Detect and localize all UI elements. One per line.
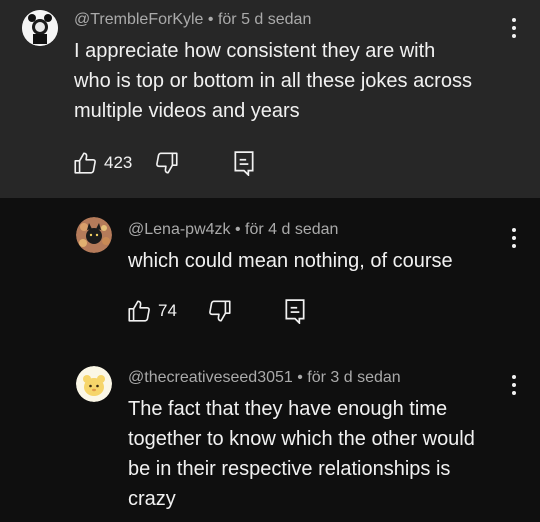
dislike-button[interactable]	[207, 298, 233, 324]
thumb-down-icon	[156, 152, 178, 174]
more-vert-icon[interactable]	[504, 226, 524, 250]
comment-item: @TrembleForKyle • för 5 d sedan I apprec…	[0, 0, 540, 198]
comment-text-line: multiple videos and years	[74, 100, 300, 122]
comment-author[interactable]: @Lena-pw4zk	[128, 221, 231, 238]
avatar[interactable]	[76, 366, 112, 402]
like-count: 423	[104, 153, 133, 172]
thumb-up-icon	[74, 152, 96, 174]
comment-timestamp[interactable]: • för 4 d sedan	[231, 221, 338, 238]
comment-text-line: who is top or bottom in all these jokes …	[74, 70, 472, 92]
comment-meta: @Lena-pw4zk • för 4 d sedan	[128, 221, 338, 239]
avatar[interactable]	[22, 10, 58, 46]
like-count: 74	[158, 301, 177, 320]
comment-item: @thecreativeseed3051 • för 3 d sedan The…	[0, 346, 540, 522]
reply-icon	[234, 151, 254, 176]
comment-actions: 74	[126, 298, 307, 324]
comment-item: @Lena-pw4zk • för 4 d sedan which could …	[0, 198, 540, 346]
comment-meta: @thecreativeseed3051 • för 3 d sedan	[128, 369, 401, 387]
comment-text-line: The fact that they have enough time	[128, 398, 448, 420]
comment-text: I appreciate how consistent they are wit…	[74, 36, 524, 126]
comment-text-line: which could mean nothing, of course	[128, 250, 453, 272]
comment-meta: @TrembleForKyle • för 5 d sedan	[74, 11, 311, 29]
like-button[interactable]: 74	[126, 298, 177, 324]
thumb-up-icon	[128, 300, 150, 322]
comment-text-line: crazy	[128, 488, 176, 510]
dislike-button[interactable]	[154, 150, 180, 176]
comment-author[interactable]: @TrembleForKyle	[74, 11, 203, 28]
comment-timestamp[interactable]: • för 5 d sedan	[203, 11, 311, 28]
avatar[interactable]	[76, 217, 112, 253]
comment-text-line: I appreciate how consistent they are wit…	[74, 40, 436, 62]
comment-author[interactable]: @thecreativeseed3051	[128, 369, 293, 386]
comment-timestamp[interactable]: • för 3 d sedan	[293, 369, 400, 386]
more-vert-icon[interactable]	[504, 16, 524, 40]
reply-button[interactable]	[232, 150, 256, 176]
comment-text-line: be in their respective relationships is	[128, 458, 451, 480]
comment-text: The fact that they have enough time toge…	[128, 394, 518, 514]
comment-text: which could mean nothing, of course	[128, 246, 518, 276]
thumb-down-icon	[209, 300, 231, 322]
comment-actions: 423	[72, 150, 256, 176]
reply-icon	[285, 299, 305, 324]
more-vert-icon[interactable]	[504, 373, 524, 397]
comment-text-line: together to know which the other would	[128, 428, 475, 450]
reply-button[interactable]	[283, 298, 307, 324]
like-button[interactable]: 423	[72, 150, 132, 176]
